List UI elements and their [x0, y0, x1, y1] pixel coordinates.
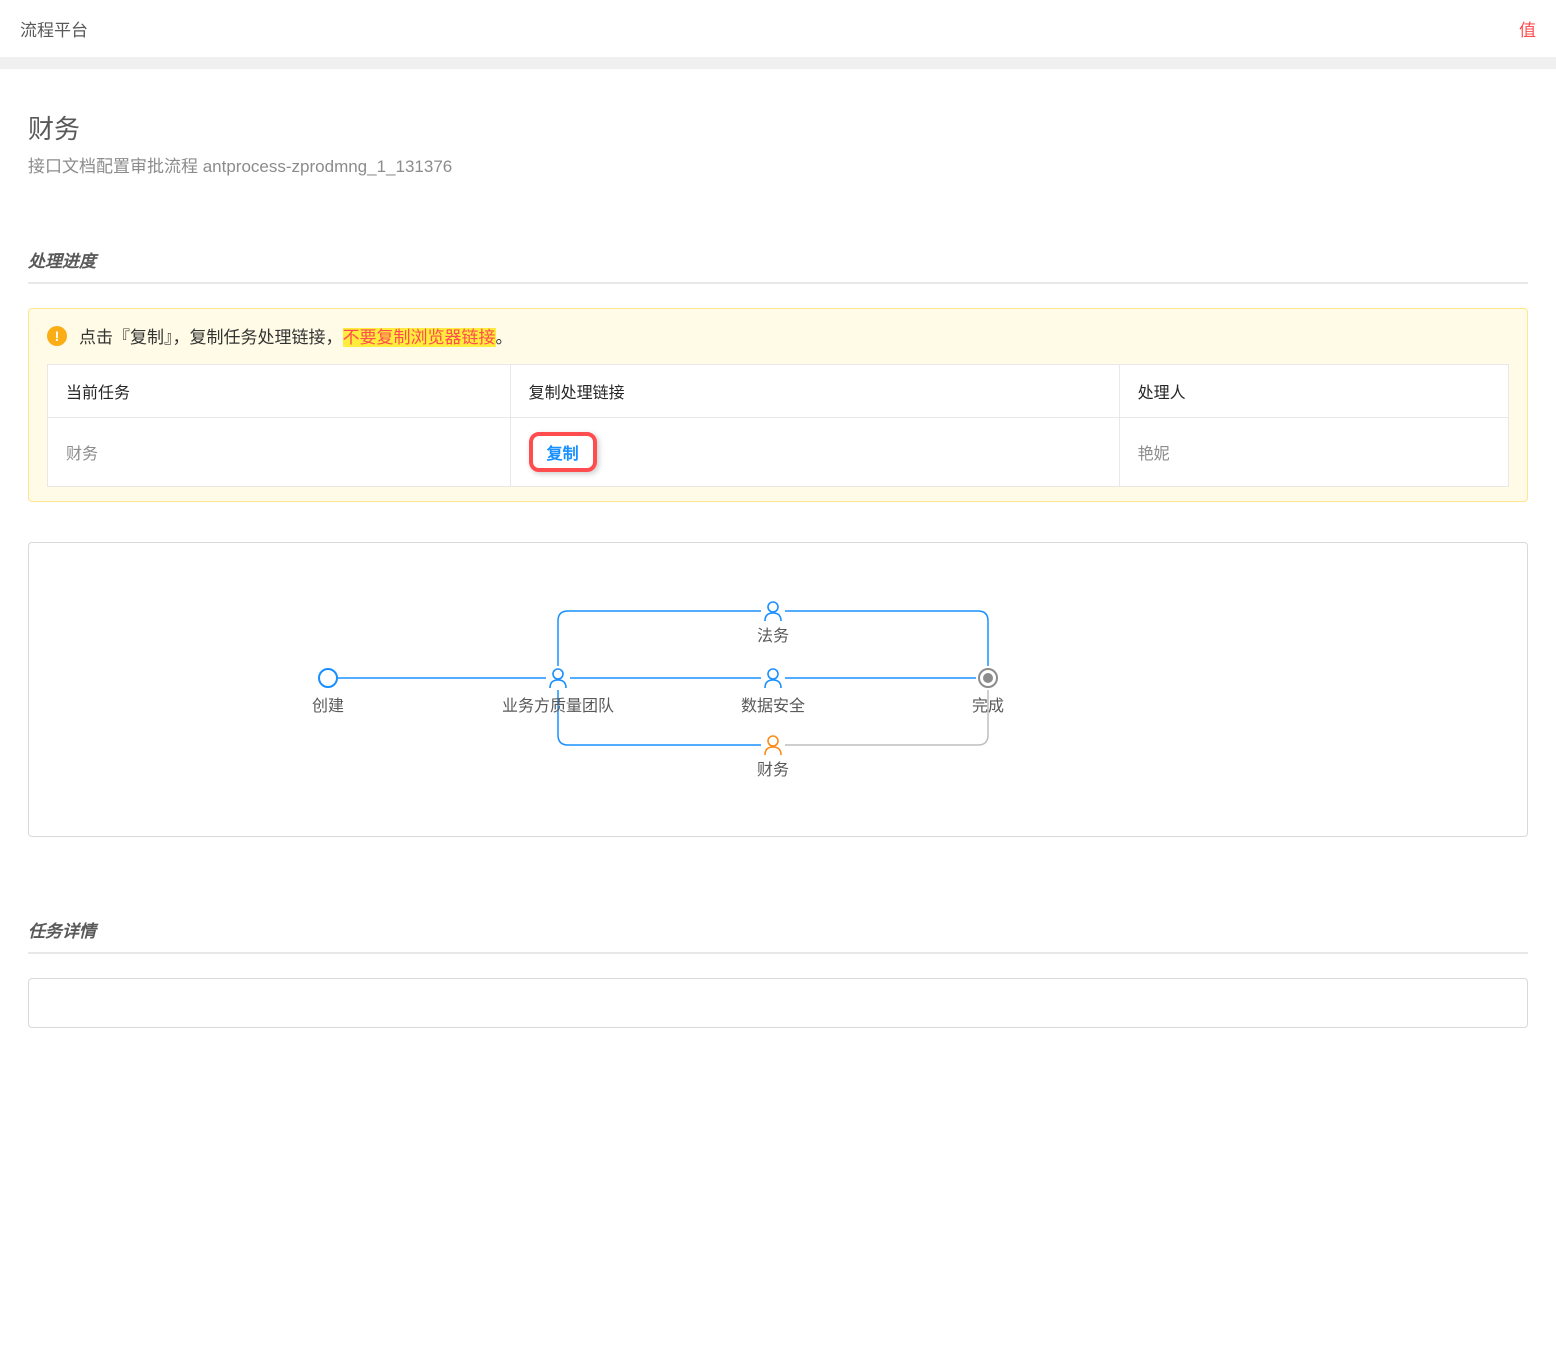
- copy-button-highlight: 复制: [529, 432, 597, 472]
- alert-box: ! 点击『复制』，复制任务处理链接，不要复制浏览器链接。 当前任务 复制处理链接…: [28, 308, 1528, 502]
- flow-node-done-icon: [976, 666, 1000, 690]
- cell-task: 财务: [48, 418, 511, 487]
- page-subtitle: 接口文档配置审批流程 antprocess-zprodmng_1_131376: [28, 152, 1528, 177]
- flow-node-create-label: 创建: [312, 697, 344, 715]
- flow-node-create-icon: [319, 669, 337, 687]
- section-detail-header: 任务详情: [28, 917, 1528, 954]
- alert-pre: 点击『复制』，复制任务处理链接，: [79, 328, 343, 347]
- task-detail-box: [28, 978, 1528, 1028]
- th-current-task: 当前任务: [48, 365, 511, 418]
- flow-node-finance-label: 财务: [757, 761, 789, 779]
- page-title: 财务: [28, 109, 1528, 146]
- flow-node-legal-icon: [761, 599, 785, 623]
- top-right-text: 值: [1519, 16, 1536, 41]
- alert-post: 。: [496, 328, 513, 347]
- flow-node-quality-label: 业务方质量团队: [502, 697, 614, 715]
- copy-button[interactable]: 复制: [547, 446, 579, 463]
- divider-strip: [0, 57, 1556, 69]
- flow-node-finance-icon: [761, 733, 785, 757]
- alert-highlight: 不要复制浏览器链接: [343, 328, 496, 347]
- flow-node-quality-icon: [546, 666, 570, 690]
- task-table: 当前任务 复制处理链接 处理人 财务 复制 艳妮: [47, 364, 1509, 487]
- flow-node-legal-label: 法务: [757, 627, 789, 645]
- warning-icon: !: [47, 326, 67, 346]
- flow-diagram: 创建 业务方质量团队 法务 数据安全: [28, 542, 1528, 837]
- flow-node-datasec-icon: [761, 666, 785, 690]
- flow-node-datasec-label: 数据安全: [741, 697, 805, 715]
- cell-handler: 艳妮: [1119, 418, 1508, 487]
- th-handler: 处理人: [1119, 365, 1508, 418]
- th-copy-link: 复制处理链接: [510, 365, 1119, 418]
- flow-node-done-label: 完成: [972, 697, 1004, 715]
- section-progress-header: 处理进度: [28, 247, 1528, 284]
- app-title: 流程平台: [20, 16, 88, 41]
- alert-text: 点击『复制』，复制任务处理链接，不要复制浏览器链接。: [79, 323, 513, 348]
- table-row: 财务 复制 艳妮: [48, 418, 1509, 487]
